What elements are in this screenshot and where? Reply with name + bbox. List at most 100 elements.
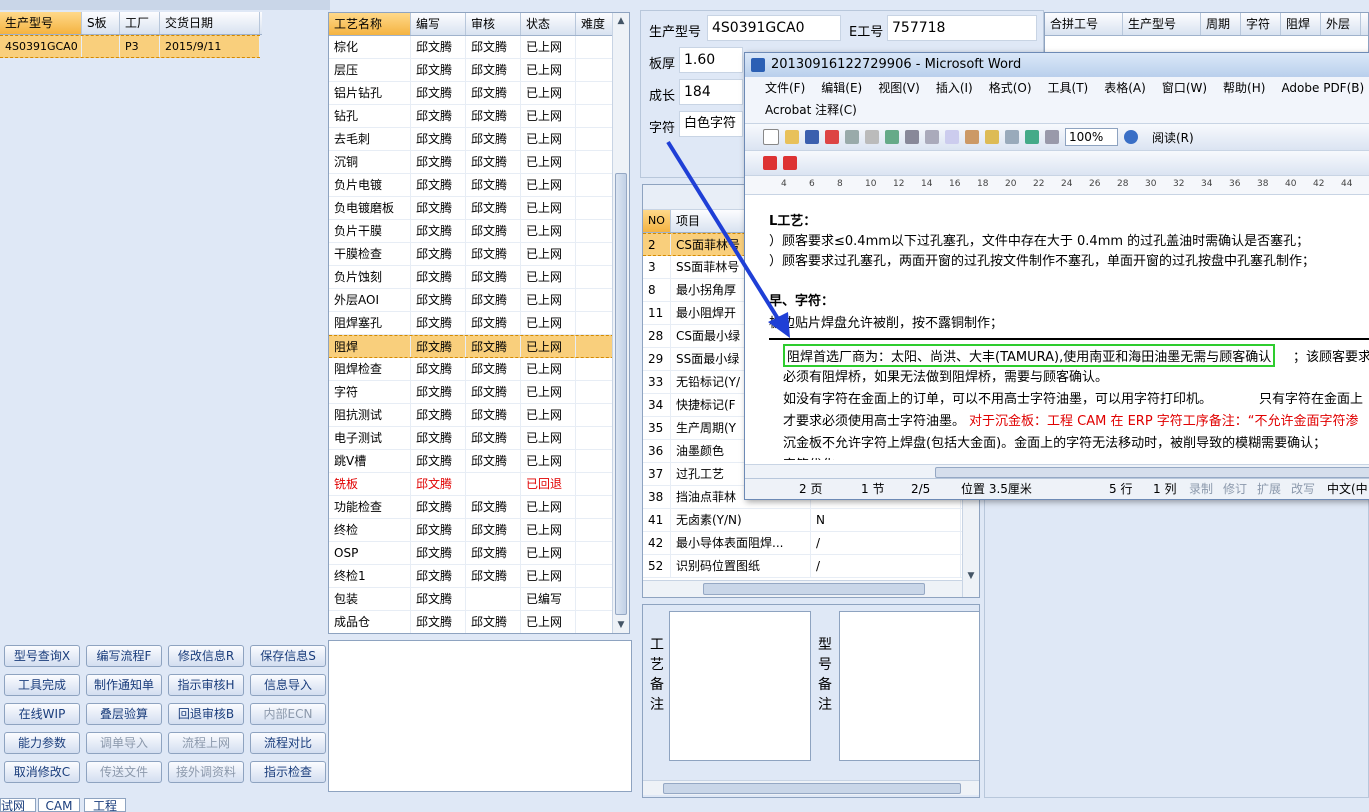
process-row[interactable]: 干膜检查 邱文腾 邱文腾 已上网 [329, 243, 629, 266]
process-scrollbar[interactable]: ▲ ▼ [612, 13, 629, 633]
action-button[interactable]: 制作通知单 [86, 674, 162, 696]
action-button[interactable]: 修改信息R [168, 645, 244, 667]
col-factory[interactable]: 工厂 [120, 12, 160, 34]
cut-icon[interactable] [925, 130, 939, 144]
action-button[interactable]: 指示审核H [168, 674, 244, 696]
process-row[interactable]: 负片蚀刻 邱文腾 邱文腾 已上网 [329, 266, 629, 289]
model-note-field[interactable] [839, 611, 979, 761]
action-button[interactable]: 调单导入 [86, 732, 162, 754]
process-row[interactable]: 去毛刺 邱文腾 邱文腾 已上网 [329, 128, 629, 151]
action-button[interactable]: 叠层验算 [86, 703, 162, 725]
word-menu-item[interactable]: 格式(O) [989, 77, 1032, 99]
action-button[interactable]: 接外调资料 [168, 761, 244, 783]
col-cycle[interactable]: 周期 [1201, 13, 1241, 35]
print-icon[interactable] [845, 130, 859, 144]
word-window[interactable]: 20130916122729906 - Microsoft Word 文件(F)… [744, 52, 1369, 500]
col-combined-no[interactable]: 合拼工号 [1045, 13, 1123, 35]
process-row[interactable]: 负电镀磨板 邱文腾 邱文腾 已上网 [329, 197, 629, 220]
process-row[interactable]: 负片干膜 邱文腾 邱文腾 已上网 [329, 220, 629, 243]
action-button[interactable]: 指示检查 [250, 761, 326, 783]
process-row[interactable]: 字符 邱文腾 邱文腾 已上网 [329, 381, 629, 404]
char-field[interactable]: 白色字符 [679, 111, 743, 137]
undo-icon[interactable] [1005, 130, 1019, 144]
spelling-icon[interactable] [885, 130, 899, 144]
hyperlink-icon[interactable] [1025, 130, 1039, 144]
process-row[interactable]: 沉铜 邱文腾 邱文腾 已上网 [329, 151, 629, 174]
action-button[interactable]: 回退审核B [168, 703, 244, 725]
process-row[interactable]: 层压 邱文腾 邱文腾 已上网 [329, 59, 629, 82]
process-row[interactable]: OSP 邱文腾 邱文腾 已上网 [329, 542, 629, 565]
process-row[interactable]: 阻焊塞孔 邱文腾 邱文腾 已上网 [329, 312, 629, 335]
status-overwrite[interactable]: 改写 [1291, 479, 1315, 499]
col-writer[interactable]: 编写 [411, 13, 466, 35]
process-row[interactable]: 包装 邱文腾 已编写 [329, 588, 629, 611]
process-row[interactable]: 负片电镀 邱文腾 邱文腾 已上网 [329, 174, 629, 197]
permission-icon[interactable] [825, 130, 839, 144]
action-button[interactable]: 取消修改C [4, 761, 80, 783]
col-difficulty[interactable]: 难度 [576, 13, 616, 35]
word-menu-item[interactable]: 帮助(H) [1223, 77, 1265, 99]
item-hscroll[interactable] [643, 580, 963, 597]
process-row[interactable]: 铝片钻孔 邱文腾 邱文腾 已上网 [329, 82, 629, 105]
col-process-name[interactable]: 工艺名称 [329, 13, 411, 35]
process-row[interactable]: 铣板 邱文腾 已回退 [329, 473, 629, 496]
word-menu-item[interactable]: Adobe PDF(B) [1281, 77, 1364, 99]
status-revision[interactable]: 修订 [1223, 479, 1247, 499]
zoom-select[interactable]: 100% [1065, 128, 1118, 146]
col-reviewer[interactable]: 审核 [466, 13, 521, 35]
word-menu-item[interactable]: 窗口(W) [1162, 77, 1207, 99]
col-mask[interactable]: 阻焊 [1281, 13, 1321, 35]
process-row[interactable]: 阻焊检查 邱文腾 邱文腾 已上网 [329, 358, 629, 381]
process-scroll-thumb[interactable] [615, 173, 627, 615]
col-combined-model[interactable]: 生产型号 [1123, 13, 1201, 35]
open-icon[interactable] [785, 130, 799, 144]
col-sboard[interactable]: S板 [82, 12, 120, 34]
format-painter-icon[interactable] [985, 130, 999, 144]
scroll-up-icon[interactable]: ▲ [613, 13, 629, 29]
new-doc-icon[interactable] [763, 129, 779, 145]
process-row[interactable]: 功能检查 邱文腾 邱文腾 已上网 [329, 496, 629, 519]
action-button[interactable]: 编写流程F [86, 645, 162, 667]
process-note-box[interactable] [328, 640, 632, 792]
word-hscroll-thumb[interactable] [935, 467, 1369, 478]
word-menu-item[interactable]: 表格(A) [1104, 77, 1146, 99]
process-row[interactable]: 外层AOI 邱文腾 邱文腾 已上网 [329, 289, 629, 312]
action-button[interactable]: 保存信息S [250, 645, 326, 667]
action-button[interactable]: 工具完成 [4, 674, 80, 696]
process-row[interactable]: 成品仓 邱文腾 邱文腾 已上网 [329, 611, 629, 633]
process-note-field[interactable] [669, 611, 811, 761]
word-hscroll[interactable] [745, 464, 1369, 479]
model-field[interactable]: 4S0391GCA0 [707, 15, 841, 41]
research-icon[interactable] [905, 130, 919, 144]
word-menu-item[interactable]: 插入(I) [936, 77, 973, 99]
pdf-create-icon[interactable] [763, 156, 777, 170]
paste-icon[interactable] [965, 130, 979, 144]
process-row[interactable]: 跳V槽 邱文腾 邱文腾 已上网 [329, 450, 629, 473]
save-icon[interactable] [805, 130, 819, 144]
process-row[interactable]: 棕化 邱文腾 邱文腾 已上网 [329, 36, 629, 59]
item-scroll-down-icon[interactable]: ▼ [963, 571, 979, 581]
item-row[interactable]: 42 最小导体表面阻焊... / [643, 532, 979, 555]
status-record[interactable]: 录制 [1189, 479, 1213, 499]
read-button[interactable]: 阅读(R) [1152, 129, 1194, 146]
col-char[interactable]: 字符 [1241, 13, 1281, 35]
action-button[interactable]: 在线WIP [4, 703, 80, 725]
item-row[interactable]: 52 识别码位置图纸 / [643, 555, 979, 578]
copy-icon[interactable] [945, 130, 959, 144]
model-row[interactable]: 4S0391GCA0 P3 2015/9/11 [0, 35, 260, 58]
process-row[interactable]: 电子测试 邱文腾 邱文腾 已上网 [329, 427, 629, 450]
col-status[interactable]: 状态 [521, 13, 576, 35]
process-row[interactable]: 阻焊 邱文腾 邱文腾 已上网 [329, 335, 629, 358]
action-button[interactable]: 流程上网 [168, 732, 244, 754]
word-menu-item[interactable]: Acrobat 注释(C) [765, 99, 857, 121]
process-row[interactable]: 终检1 邱文腾 邱文腾 已上网 [329, 565, 629, 588]
action-button[interactable]: 内部ECN [250, 703, 326, 725]
action-button[interactable]: 信息导入 [250, 674, 326, 696]
status-extend[interactable]: 扩展 [1257, 479, 1281, 499]
print-preview-icon[interactable] [865, 130, 879, 144]
col-model[interactable]: 生产型号 [0, 12, 82, 34]
item-row[interactable]: 41 无卤素(Y/N) N [643, 509, 979, 532]
action-button[interactable]: 流程对比 [250, 732, 326, 754]
word-document[interactable]: L工艺： ）顾客要求≤0.4mm以下过孔塞孔，文件中存在大于 0.4mm 的过孔… [769, 210, 1369, 460]
word-titlebar[interactable]: 20130916122729906 - Microsoft Word [745, 53, 1369, 77]
